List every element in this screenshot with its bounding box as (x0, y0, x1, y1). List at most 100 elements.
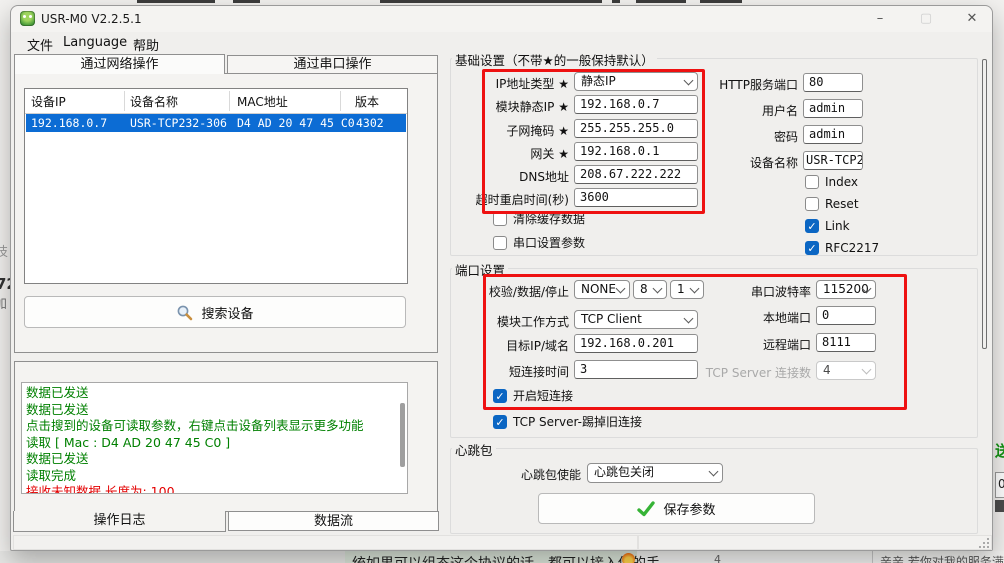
dns-label: DNS地址 (519, 170, 569, 184)
kick-old-conn-label: TCP Server-踢掉旧连接 (513, 415, 642, 429)
background-chat-text-right: 亲亲 若你对我的服务满意 麻烦您给 (880, 555, 1004, 563)
tab-network-operation[interactable]: 通过网络操作 (14, 54, 225, 74)
col-mac[interactable]: MAC地址 (237, 93, 288, 110)
basic-settings-title: 基础设置（不带★的一般保持默认） (452, 50, 657, 69)
target-ip-field[interactable]: 192.168.0.201 (574, 334, 698, 353)
serial-params-checkbox[interactable] (493, 235, 507, 250)
tab-data-stream[interactable]: 数据流 (228, 511, 439, 531)
static-ip-field[interactable]: 192.168.0.7 (574, 95, 698, 114)
tcp-conn-count-label: TCP Server 连接数 (705, 366, 811, 380)
ip-type-value: 静态IP (581, 74, 616, 88)
index-checkbox[interactable] (805, 175, 819, 189)
minimize-button[interactable]: – (859, 6, 901, 32)
clear-cache-label: 清除缓存数据 (513, 212, 586, 226)
col-version[interactable]: 版本 (355, 93, 379, 110)
title-bar[interactable]: USR-M0 V2.2.5.1 – ▢ ✕ (11, 6, 992, 32)
status-bar-cell (13, 535, 638, 550)
flame-icon (622, 553, 635, 563)
remote-port-label: 远程端口 (762, 338, 811, 352)
tab-operation-log[interactable]: 操作日志 (13, 511, 226, 532)
background-text-fragment (612, 0, 620, 3)
col-device-ip[interactable]: 设备IP (31, 93, 66, 110)
work-mode-value: TCP Client (581, 312, 642, 326)
search-device-button[interactable]: 搜索设备 (24, 296, 406, 328)
chevron-down-icon (683, 75, 694, 86)
close-button[interactable]: ✕ (951, 6, 993, 32)
heartbeat-enable-select[interactable]: 心跳包关闭 (587, 463, 723, 483)
gateway-label: 网关 ★ (530, 147, 569, 161)
serial-params-label: 串口设置参数 (513, 236, 586, 250)
dns-field[interactable]: 208.67.222.222 (574, 165, 698, 184)
remote-port-field[interactable]: 8111 (816, 333, 876, 352)
ip-type-select[interactable]: 静态IP (574, 72, 698, 91)
log-scrollbar[interactable] (400, 403, 405, 467)
right-panel-scrollbar[interactable] (982, 59, 987, 349)
short-conn-time-label: 短连接时间 (508, 365, 569, 379)
link-checkbox-row[interactable]: ✓ Link (805, 219, 850, 233)
databits-select[interactable]: 8 (633, 280, 667, 299)
parity-data-stop-label: 校验/数据/停止 (488, 285, 569, 299)
kick-old-conn-checkbox[interactable]: ✓ (493, 414, 507, 429)
baud-rate-select[interactable]: 115200 (816, 280, 876, 299)
save-params-button[interactable]: 保存参数 (538, 493, 815, 524)
menu-file[interactable]: 文件 (23, 34, 57, 55)
short-conn-enable-row[interactable]: ✓ 开启短连接 (493, 387, 573, 404)
link-label: Link (825, 219, 850, 233)
background-text-fragment: 加 (0, 297, 8, 312)
log-line-error: 接收未知数据 长度为: 100 (26, 484, 175, 494)
reset-checkbox-row[interactable]: Reset (805, 197, 859, 211)
baud-rate-label: 串口波特率 (750, 285, 811, 299)
heartbeat-enable-label: 心跳包使能 (520, 468, 581, 482)
heartbeat-title: 心跳包 (452, 440, 496, 459)
menu-language[interactable]: Language (59, 34, 131, 51)
local-port-field[interactable]: 0 (816, 306, 876, 325)
clear-cache-checkbox-row[interactable]: 清除缓存数据 (493, 210, 585, 227)
background-text-fragment: 送 (995, 442, 1004, 460)
short-conn-time-field[interactable]: 3 (574, 360, 698, 379)
timeout-restart-field[interactable]: 3600 (574, 188, 698, 207)
maximize-button[interactable]: ▢ (905, 6, 947, 32)
search-device-label: 搜索设备 (201, 306, 254, 322)
chevron-down-icon (652, 283, 663, 294)
username-field[interactable]: admin (803, 99, 863, 118)
background-bar-fragment (995, 500, 1004, 512)
device-table: 设备IP 设备名称 MAC地址 版本 192.168.0.7 USR-TCP23… (24, 88, 408, 284)
resize-grip[interactable] (979, 546, 981, 548)
tcp-conn-count-value: 4 (823, 363, 831, 377)
index-checkbox-row[interactable]: Index (805, 175, 858, 189)
http-port-field[interactable]: 80 (803, 73, 863, 92)
rfc2217-checkbox-row[interactable]: ✓ RFC2217 (805, 241, 879, 255)
gateway-field[interactable]: 192.168.0.1 (574, 142, 698, 161)
work-mode-select[interactable]: TCP Client (574, 310, 698, 329)
col-device-name[interactable]: 设备名称 (130, 93, 178, 110)
username-label: 用户名 (761, 104, 798, 118)
tab-serial-operation[interactable]: 通过串口操作 (227, 55, 438, 74)
log-output[interactable]: 数据已发送 数据已发送 点击搜到的设备可读取参数，右键点击设备列表显示更多功能 … (21, 382, 408, 494)
databits-value: 8 (640, 282, 648, 296)
ip-type-label: IP地址类型 ★ (495, 77, 569, 91)
serial-params-checkbox-row[interactable]: 串口设置参数 (493, 234, 585, 251)
short-conn-enable-label: 开启短连接 (513, 389, 574, 403)
kick-old-conn-row[interactable]: ✓ TCP Server-踢掉旧连接 (493, 413, 642, 430)
stopbits-value: 1 (677, 282, 685, 296)
cell-device-ip: 192.168.0.7 (31, 116, 108, 130)
rfc2217-label: RFC2217 (825, 241, 880, 255)
save-params-label: 保存参数 (663, 503, 716, 518)
rfc2217-checkbox[interactable]: ✓ (805, 241, 819, 255)
subnet-mask-label: 子网掩码 ★ (506, 124, 569, 138)
menu-help[interactable]: 帮助 (129, 34, 163, 55)
column-separator (340, 91, 341, 111)
stopbits-select[interactable]: 1 (670, 280, 704, 299)
device-row-selected[interactable]: 192.168.0.7 USR-TCP232-306 D4 AD 20 47 4… (26, 114, 406, 132)
link-checkbox[interactable]: ✓ (805, 219, 819, 233)
reset-checkbox[interactable] (805, 197, 819, 211)
subnet-mask-field[interactable]: 255.255.255.0 (574, 119, 698, 138)
parity-select[interactable]: NONE (574, 280, 630, 299)
short-conn-enable-checkbox[interactable]: ✓ (493, 388, 507, 403)
background-divider (872, 551, 873, 563)
background-text-fragment (233, 0, 260, 3)
device-name-field[interactable]: USR-TCP23 (803, 151, 863, 170)
password-field[interactable]: admin (803, 125, 863, 144)
clear-cache-checkbox[interactable] (493, 211, 507, 226)
chevron-down-icon (615, 283, 626, 294)
